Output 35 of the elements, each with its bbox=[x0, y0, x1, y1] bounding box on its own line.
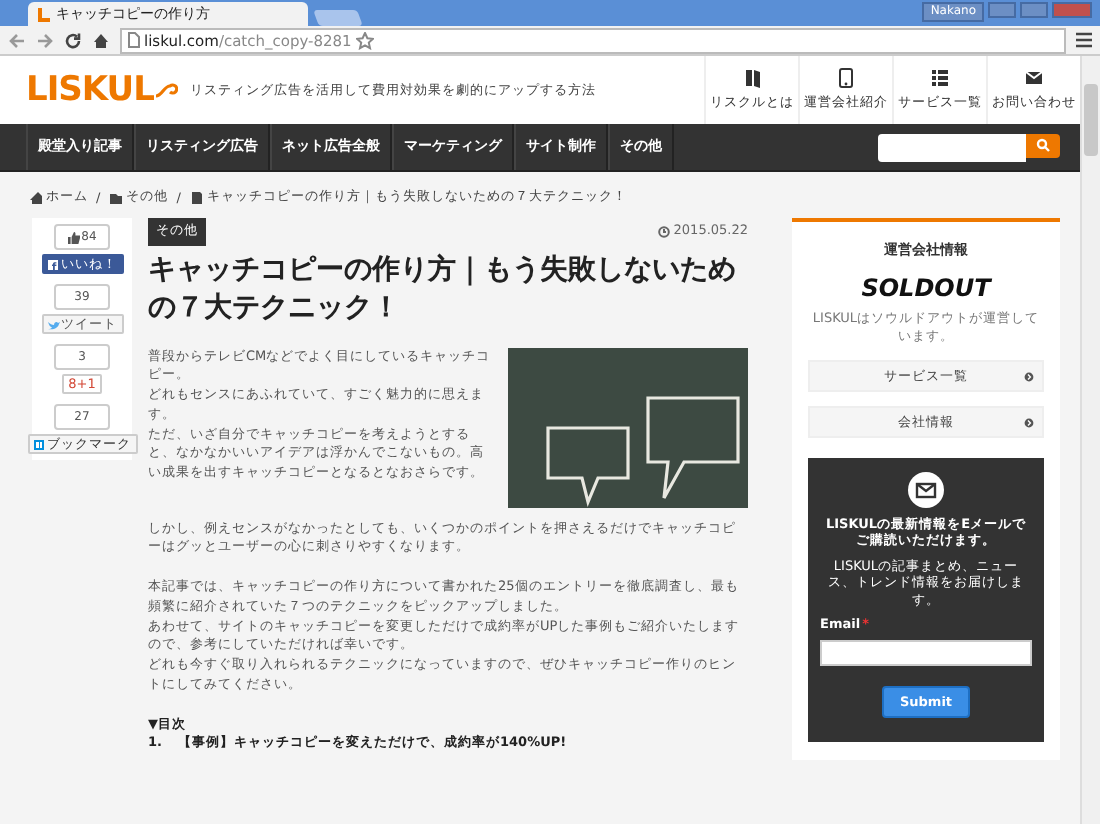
search-button[interactable] bbox=[1026, 133, 1060, 157]
chevron-circle-icon bbox=[1024, 417, 1034, 427]
search-icon bbox=[1036, 138, 1050, 152]
chevron-circle-icon bbox=[1024, 371, 1034, 381]
company-logo[interactable]: SOLDOUT bbox=[861, 274, 991, 302]
forward-icon bbox=[36, 31, 54, 49]
search-field[interactable] bbox=[878, 133, 1026, 161]
home-icon bbox=[92, 31, 110, 49]
thumbs-up-icon bbox=[67, 231, 80, 243]
list-icon bbox=[930, 68, 950, 88]
folder-icon bbox=[108, 190, 123, 204]
logo-swirl-icon bbox=[153, 80, 178, 100]
star-icon bbox=[355, 31, 374, 49]
bookmark-icon bbox=[33, 439, 45, 449]
facebook-icon bbox=[47, 259, 59, 269]
page-logo-icon bbox=[36, 7, 50, 21]
document-icon bbox=[188, 190, 203, 204]
phone-icon bbox=[836, 68, 856, 88]
book-icon bbox=[742, 68, 762, 88]
email-field[interactable] bbox=[820, 640, 1032, 667]
article-title: キャッチコピーの作り方｜もう失敗しないための７大テクニック！ bbox=[148, 251, 738, 328]
scrollbar[interactable] bbox=[1080, 56, 1100, 824]
mail-icon bbox=[1024, 68, 1044, 88]
clock-icon bbox=[657, 225, 670, 238]
menu-icon bbox=[1076, 32, 1092, 48]
home-icon bbox=[28, 190, 42, 204]
minimize-button[interactable] bbox=[988, 2, 1016, 18]
new-tab-button[interactable] bbox=[313, 10, 363, 26]
reload-icon bbox=[64, 31, 82, 49]
mail-icon bbox=[908, 472, 944, 508]
maximize-button[interactable] bbox=[1020, 2, 1048, 18]
page-icon bbox=[128, 32, 140, 48]
back-icon bbox=[8, 31, 26, 49]
bird-icon bbox=[47, 319, 59, 329]
close-button[interactable] bbox=[1052, 2, 1092, 18]
